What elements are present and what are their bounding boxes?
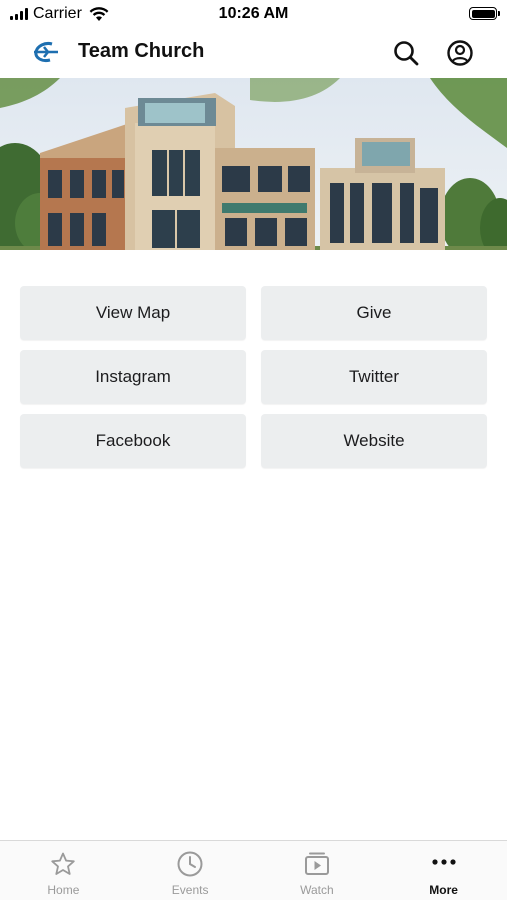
church-building-image [0, 78, 507, 258]
view-map-button[interactable]: View Map [20, 286, 246, 340]
star-icon [49, 850, 77, 878]
tab-watch-label: Watch [300, 883, 334, 897]
search-button[interactable] [391, 38, 421, 68]
account-icon [447, 40, 473, 66]
tab-watch[interactable]: Watch [254, 841, 381, 900]
app-title: Team Church [78, 40, 205, 62]
search-icon [394, 41, 419, 66]
facebook-button[interactable]: Facebook [20, 414, 246, 468]
status-time: 10:26 AM [218, 5, 289, 22]
hero-image [0, 78, 507, 258]
team-church-logo-icon [34, 42, 58, 62]
battery-icon [469, 7, 500, 20]
tab-home-label: Home [47, 883, 80, 897]
tab-more-label: More [429, 883, 458, 897]
account-button[interactable] [445, 38, 475, 68]
tab-more[interactable]: More [380, 841, 507, 900]
website-button[interactable]: Website [261, 414, 487, 468]
more-icon [430, 850, 458, 878]
tab-events-label: Events [171, 883, 209, 897]
link-grid: View Map Give Instagram Twitter Facebook… [20, 286, 488, 468]
tab-home[interactable]: Home [0, 841, 127, 900]
clock-icon [176, 850, 204, 878]
tab-events[interactable]: Events [127, 841, 254, 900]
twitter-button[interactable]: Twitter [261, 350, 487, 404]
play-icon [303, 850, 331, 878]
status-bar: Carrier 10:26 AM [0, 0, 507, 28]
app-header: Team Church [0, 28, 507, 78]
instagram-button[interactable]: Instagram [20, 350, 246, 404]
give-button[interactable]: Give [261, 286, 487, 340]
tab-bar: Home Events Watch More [0, 840, 507, 900]
